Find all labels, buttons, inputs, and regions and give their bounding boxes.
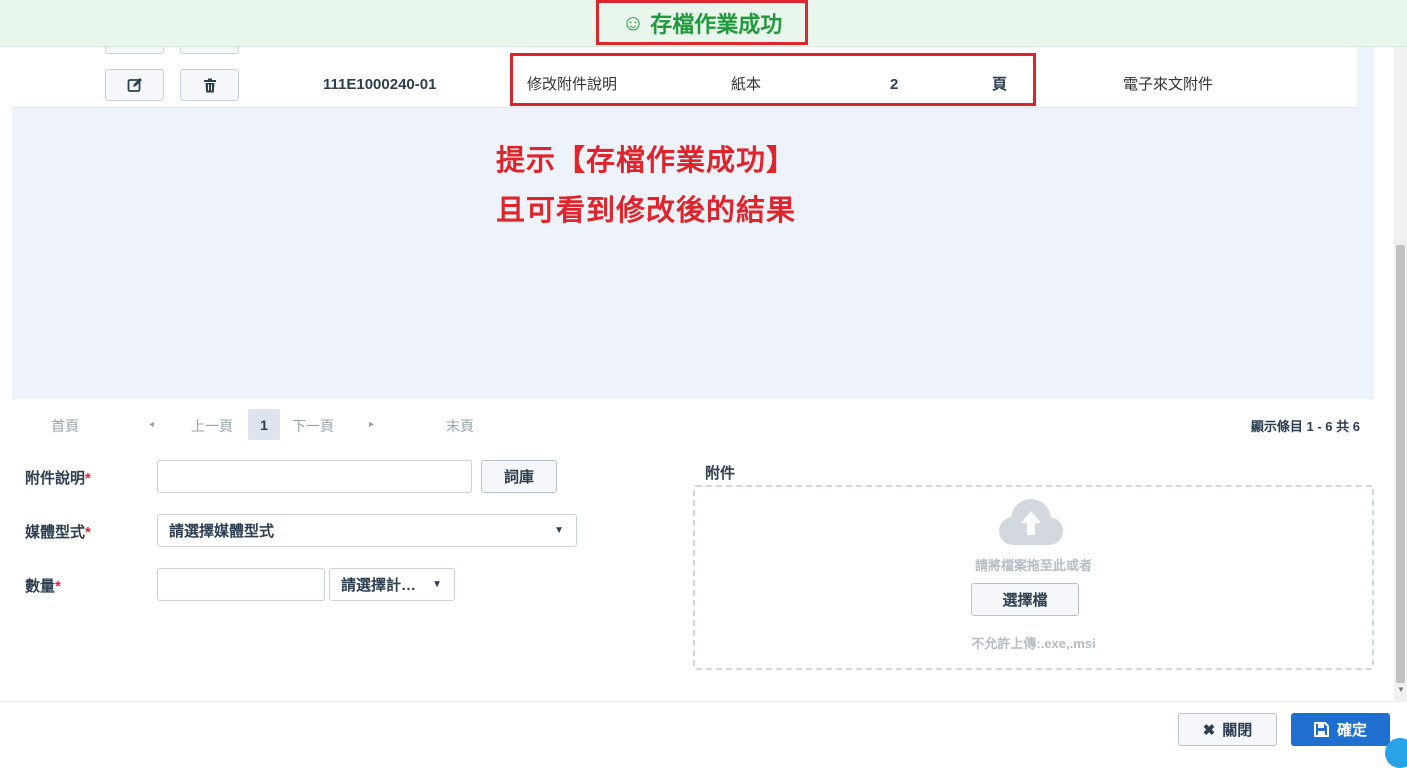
thesaurus-button[interactable]: 詞庫 (481, 460, 557, 493)
prev-arrow-icon[interactable]: ◂ (149, 419, 154, 430)
success-text: 存檔作業成功 (650, 11, 783, 37)
delete-button-partial[interactable] (180, 47, 239, 54)
pagination: 首頁 ◂ 上一頁 下一頁 ▸ 末頁 (0, 400, 1380, 448)
prev-page-link[interactable]: 上一頁 (191, 416, 233, 436)
delete-button[interactable] (180, 69, 239, 101)
next-page-link[interactable]: 下一頁 (292, 416, 334, 436)
floating-help-button[interactable] (1385, 738, 1407, 768)
success-message: ☺ 存檔作業成功 (596, 0, 808, 45)
edit-button-partial[interactable] (105, 47, 164, 54)
confirm-button-label: 確定 (1336, 722, 1367, 739)
first-page-link[interactable]: 首頁 (51, 416, 79, 436)
description-label: 附件說明* (25, 467, 91, 488)
smile-icon: ☺ (621, 9, 645, 35)
category-cell: 電子來文附件 (1123, 76, 1214, 93)
media-label: 媒體型式* (25, 521, 91, 542)
choose-file-button[interactable]: 選擇檔 (971, 583, 1079, 616)
unit-select-value: 請選擇計… (341, 577, 417, 594)
required-mark: * (55, 578, 61, 595)
close-button[interactable]: ✖ 關閉 (1178, 713, 1277, 746)
edit-button[interactable] (105, 69, 164, 101)
file-dropzone[interactable]: 請將檔案拖至此或者 選擇檔 不允許上傳:.exe,.msi (693, 485, 1374, 670)
media-label-text: 媒體型式 (25, 524, 86, 541)
page-scrollbar[interactable]: ▼ (1394, 47, 1407, 702)
modified-row-highlight (510, 53, 1036, 106)
quantity-input[interactable] (157, 568, 325, 601)
annotation-line-1: 提示【存檔作業成功】 (496, 145, 797, 177)
caret-down-icon: ▼ (554, 525, 564, 536)
confirm-button[interactable]: 確定 (1291, 713, 1390, 746)
pagination-info: 顯示條目 1 - 6 共 6 (1250, 419, 1360, 434)
annotation-line-2: 且可看到修改後的結果 (496, 195, 797, 227)
description-input[interactable] (157, 460, 472, 493)
media-select[interactable]: 請選擇媒體型式 ▼ (157, 514, 577, 547)
close-icon: ✖ (1202, 721, 1216, 739)
description-label-text: 附件說明 (25, 470, 86, 487)
dropzone-hint: 請將檔案拖至此或者 (974, 558, 1092, 573)
last-page-link[interactable]: 末頁 (446, 416, 474, 436)
edit-icon (127, 78, 142, 92)
required-mark: * (85, 524, 91, 541)
cloud-upload-icon (999, 499, 1063, 545)
unit-select[interactable]: 請選擇計… ▼ (329, 568, 455, 601)
scrollbar-thumb[interactable] (1396, 245, 1405, 683)
success-banner: ☺ 存檔作業成功 (0, 0, 1407, 47)
save-icon (1313, 722, 1329, 737)
doc-number-cell: 111E1000240-01 (323, 76, 437, 93)
close-button-label: 關閉 (1222, 722, 1253, 739)
quantity-label: 數量* (25, 575, 61, 596)
attachment-label: 附件 (705, 465, 736, 482)
required-mark: * (85, 470, 91, 487)
current-page[interactable]: 1 (248, 409, 280, 440)
quantity-label-text: 數量 (25, 578, 56, 595)
dialog-footer: ✖ 關閉 確定 (0, 701, 1394, 749)
upload-restriction: 不允許上傳:.exe,.msi (971, 636, 1096, 651)
caret-down-icon: ▼ (432, 579, 442, 590)
next-arrow-icon[interactable]: ▸ (369, 419, 374, 430)
trash-icon (203, 78, 216, 92)
media-select-value: 請選擇媒體型式 (169, 523, 275, 540)
scroll-down-icon[interactable]: ▼ (1397, 685, 1405, 694)
